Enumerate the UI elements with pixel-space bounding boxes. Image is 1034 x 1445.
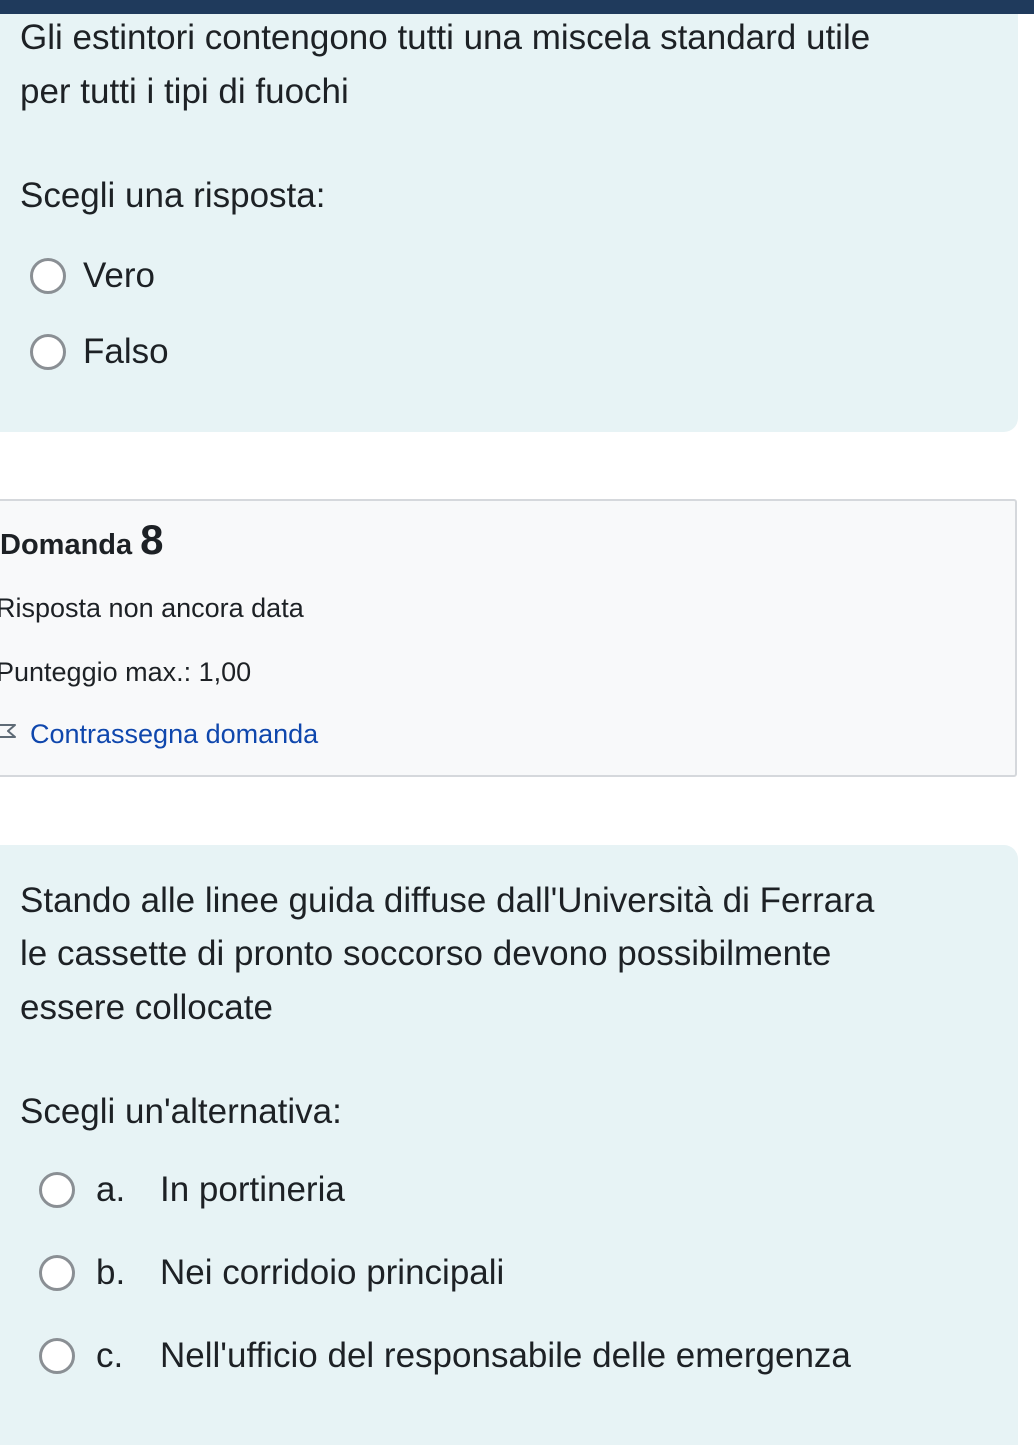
question-max-score: Punteggio max.: 1,00 (0, 657, 252, 687)
radio-button[interactable] (30, 258, 66, 294)
question-8-title: Domanda 8 (0, 519, 164, 565)
answer-option-letter: c. (96, 1336, 124, 1375)
answer-option-letter: a. (96, 1170, 126, 1209)
flag-question-link[interactable]: Contrassegna domanda (0, 717, 318, 751)
answer-option-label: Vero (83, 256, 155, 295)
question-number: 8 (140, 516, 164, 563)
question-8-prompt: Scegli un'alternativa: (20, 1092, 342, 1131)
radio-button[interactable] (39, 1338, 75, 1374)
answer-option-vero[interactable]: Vero (30, 256, 155, 296)
answer-option-falso[interactable]: Falso (30, 332, 169, 372)
question-title-word: Domanda (0, 529, 133, 561)
question-7-prompt: Scegli una risposta: (20, 176, 326, 215)
radio-button[interactable] (39, 1255, 75, 1291)
answer-option-b[interactable]: b. Nei corridoio principali (39, 1253, 504, 1293)
radio-button[interactable] (30, 334, 66, 370)
question-8-text-line-3: essere collocate (20, 988, 273, 1027)
answer-option-c[interactable]: c. Nell'ufficio del responsabile delle e… (39, 1336, 851, 1376)
question-8-text-line-2: le cassette di pronto soccorso devono po… (20, 934, 832, 973)
flag-question-label[interactable]: Contrassegna domanda (30, 717, 318, 751)
answer-option-label: Nell'ufficio del responsabile delle emer… (160, 1336, 851, 1375)
answer-option-letter: b. (96, 1253, 126, 1292)
question-8-text-line-1: Stando alle linee guida diffuse dall'Uni… (20, 881, 875, 920)
answer-option-label: In portineria (160, 1170, 345, 1209)
flag-icon[interactable] (0, 722, 18, 746)
question-7-text-line-1: Gli estintori contengono tutti una misce… (20, 18, 871, 57)
question-7-text-line-2: per tutti i tipi di fuochi (20, 72, 349, 111)
answer-option-a[interactable]: a. In portineria (39, 1170, 345, 1210)
question-status: Risposta non ancora data (0, 593, 304, 623)
answer-option-label: Nei corridoio principali (160, 1253, 505, 1292)
radio-button[interactable] (39, 1172, 75, 1208)
answer-option-label: Falso (83, 332, 169, 371)
